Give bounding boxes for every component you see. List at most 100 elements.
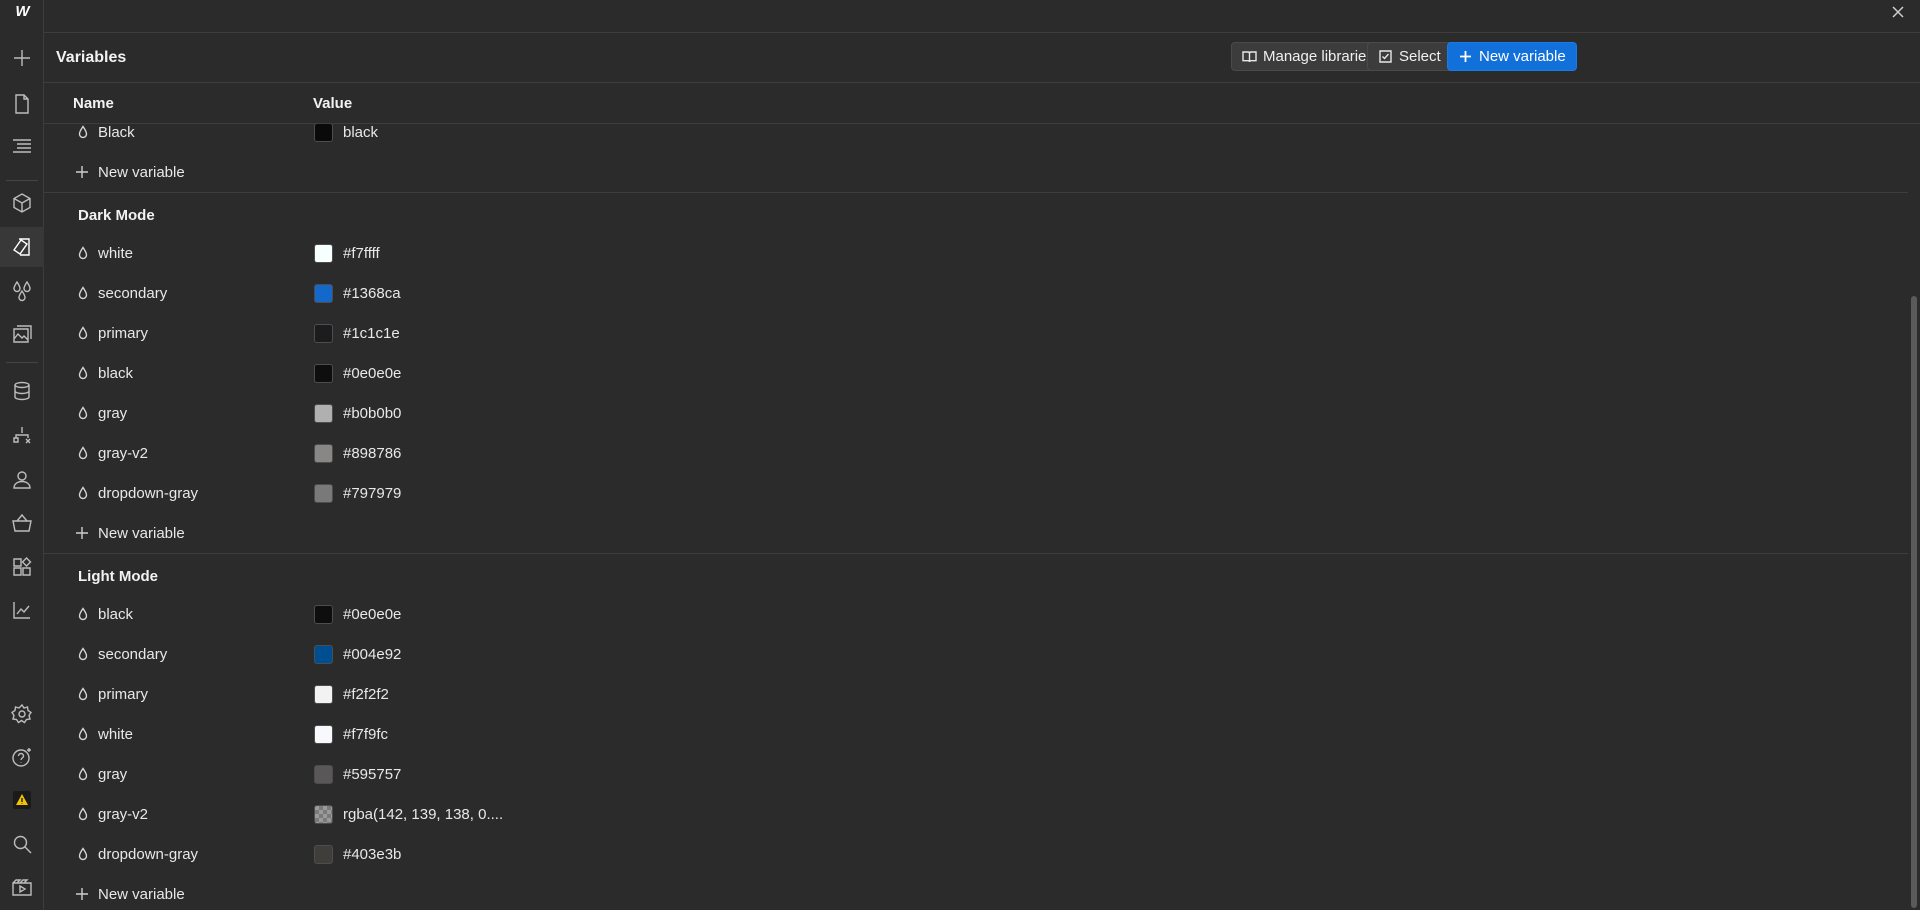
variable-value[interactable]: black — [343, 124, 378, 141]
variable-name[interactable]: black — [98, 365, 133, 382]
page-icon — [15, 94, 29, 114]
new-variable-button[interactable]: New variable — [1447, 42, 1577, 71]
variable-row[interactable]: white #f7ffff — [44, 233, 1908, 273]
color-swatch[interactable] — [314, 484, 333, 503]
variable-value[interactable]: #0e0e0e — [343, 606, 401, 623]
color-swatch[interactable] — [314, 364, 333, 383]
variable-name[interactable]: gray — [98, 766, 127, 783]
pages-button[interactable] — [0, 84, 44, 124]
variable-row[interactable]: secondary #004e92 — [44, 634, 1908, 674]
variable-value[interactable]: #898786 — [343, 445, 401, 462]
variable-name[interactable]: black — [98, 606, 133, 623]
color-swatch[interactable] — [314, 284, 333, 303]
group-title[interactable]: Dark Mode — [44, 193, 1908, 233]
variable-row[interactable]: gray-v2 rgba(142, 139, 138, 0.... — [44, 794, 1908, 834]
webflow-logo[interactable]: W — [0, 0, 44, 22]
color-drops-button[interactable] — [0, 271, 44, 311]
add-panel-button[interactable] — [0, 38, 44, 78]
variable-name[interactable]: secondary — [98, 285, 167, 302]
variable-name[interactable]: Black — [98, 124, 135, 141]
color-swatch[interactable] — [314, 404, 333, 423]
color-swatch[interactable] — [314, 765, 333, 784]
cms-icon — [14, 381, 30, 401]
add-variable-button[interactable]: New variable — [44, 152, 1908, 192]
ecommerce-icon — [12, 513, 32, 532]
variable-row[interactable]: black #0e0e0e — [44, 594, 1908, 634]
color-swatch[interactable] — [314, 324, 333, 343]
drop-icon — [78, 607, 88, 621]
variable-name[interactable]: white — [98, 726, 133, 743]
color-swatch[interactable] — [314, 605, 333, 624]
apps-button[interactable] — [0, 547, 44, 587]
add-variable-button[interactable]: New variable — [44, 874, 1908, 910]
ecommerce-button[interactable] — [0, 503, 44, 543]
color-swatch[interactable] — [314, 685, 333, 704]
variable-name[interactable]: dropdown-gray — [98, 485, 198, 502]
users-button[interactable] — [0, 459, 44, 499]
variable-row[interactable]: dropdown-gray #797979 — [44, 473, 1908, 513]
navigator-button[interactable] — [0, 126, 44, 166]
variable-name[interactable]: primary — [98, 325, 148, 342]
insights-button[interactable] — [0, 590, 44, 630]
settings-button[interactable] — [0, 694, 44, 734]
color-swatch[interactable] — [314, 845, 333, 864]
scrollbar-thumb[interactable] — [1911, 296, 1917, 908]
close-button[interactable] — [1888, 2, 1908, 22]
color-swatch[interactable] — [314, 244, 333, 263]
variable-row[interactable]: gray #b0b0b0 — [44, 393, 1908, 433]
variable-name[interactable]: secondary — [98, 646, 167, 663]
rail-divider — [6, 362, 38, 363]
add-variable-label: New variable — [98, 164, 185, 181]
group-title-label: Light Mode — [78, 568, 158, 585]
variable-row[interactable]: primary #1c1c1e — [44, 313, 1908, 353]
close-icon — [1892, 6, 1904, 18]
variable-row[interactable]: white #f7f9fc — [44, 714, 1908, 754]
select-button[interactable]: Select — [1367, 42, 1452, 71]
color-swatch[interactable] — [314, 645, 333, 664]
variable-row[interactable]: dropdown-gray #403e3b — [44, 834, 1908, 874]
add-variable-button[interactable]: New variable — [44, 513, 1908, 553]
variable-row[interactable]: gray #595757 — [44, 754, 1908, 794]
help-button[interactable] — [0, 737, 44, 777]
variable-name[interactable]: gray-v2 — [98, 806, 148, 823]
variable-value[interactable]: #f7f9fc — [343, 726, 388, 743]
color-swatch[interactable] — [314, 805, 333, 824]
color-variable-icon — [77, 807, 89, 821]
color-swatch[interactable] — [314, 444, 333, 463]
variable-value[interactable]: #1368ca — [343, 285, 401, 302]
components-button[interactable] — [0, 183, 44, 223]
variable-name[interactable]: gray-v2 — [98, 445, 148, 462]
variable-row[interactable]: primary #f2f2f2 — [44, 674, 1908, 714]
video-tutorials-button[interactable] — [0, 868, 44, 908]
variable-name[interactable]: gray — [98, 405, 127, 422]
logic-button[interactable] — [0, 415, 44, 455]
variable-value[interactable]: #595757 — [343, 766, 401, 783]
group-title[interactable]: Light Mode — [44, 554, 1908, 594]
color-swatch[interactable] — [314, 124, 333, 142]
variable-value[interactable]: #b0b0b0 — [343, 405, 401, 422]
variable-row[interactable]: gray-v2 #898786 — [44, 433, 1908, 473]
assets-button[interactable] — [0, 314, 44, 354]
variable-value[interactable]: #0e0e0e — [343, 365, 401, 382]
variable-name[interactable]: white — [98, 245, 133, 262]
cms-button[interactable] — [0, 371, 44, 411]
variable-row[interactable]: black #0e0e0e — [44, 353, 1908, 393]
variable-value[interactable]: #f2f2f2 — [343, 686, 389, 703]
variable-value[interactable]: rgba(142, 139, 138, 0.... — [343, 806, 503, 823]
variable-name[interactable]: dropdown-gray — [98, 846, 198, 863]
variable-value[interactable]: #403e3b — [343, 846, 401, 863]
color-swatch[interactable] — [314, 725, 333, 744]
manage-libraries-button[interactable]: Manage libraries — [1231, 42, 1385, 71]
variable-value[interactable]: #797979 — [343, 485, 401, 502]
variable-name[interactable]: primary — [98, 686, 148, 703]
scrollbar[interactable] — [1908, 124, 1920, 910]
variable-value[interactable]: #1c1c1e — [343, 325, 400, 342]
warnings-button[interactable] — [0, 780, 44, 820]
variable-row[interactable]: secondary #1368ca — [44, 273, 1908, 313]
variables-button[interactable] — [0, 227, 44, 267]
variable-value[interactable]: #f7ffff — [343, 245, 380, 262]
color-variable-icon — [77, 366, 89, 380]
variable-row[interactable]: Black black — [44, 124, 1908, 152]
variable-value[interactable]: #004e92 — [343, 646, 401, 663]
search-button[interactable] — [0, 824, 44, 864]
